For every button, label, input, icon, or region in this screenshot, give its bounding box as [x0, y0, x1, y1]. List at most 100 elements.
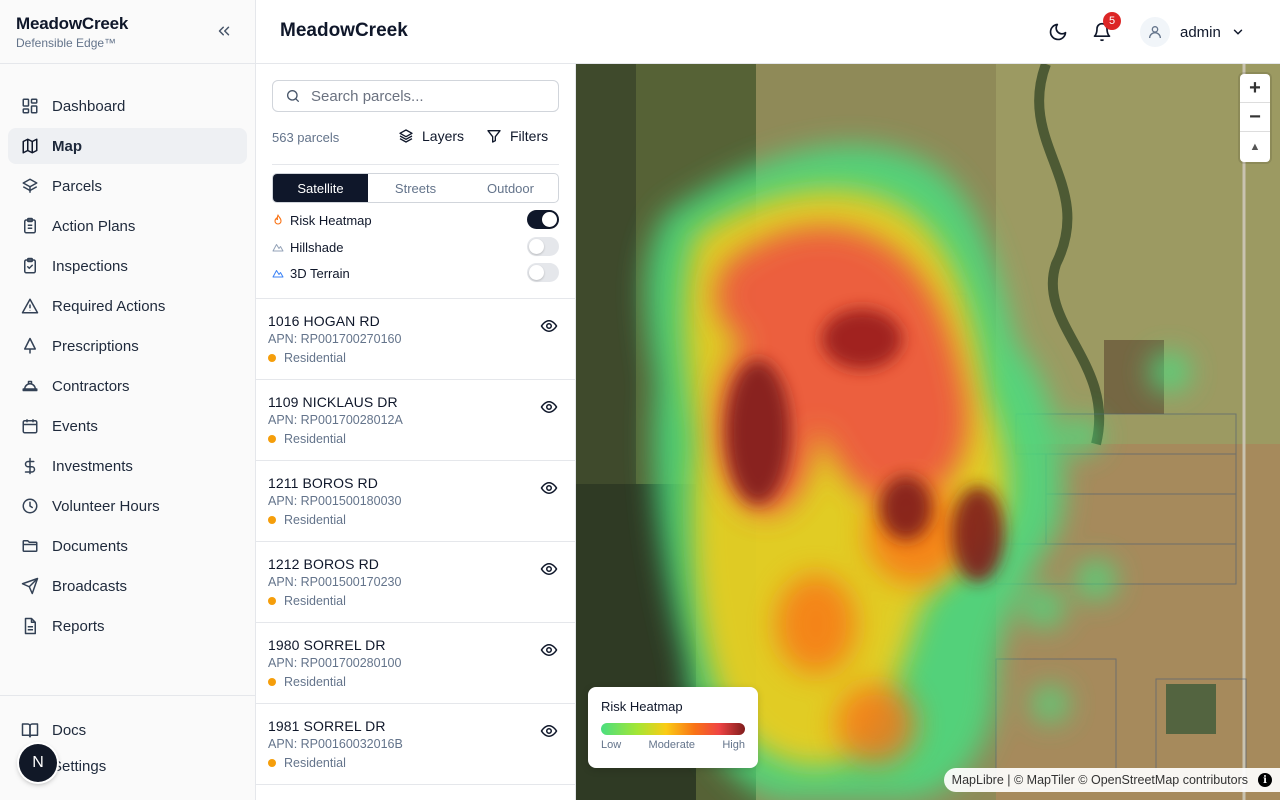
eye-icon[interactable] — [540, 641, 558, 659]
nav-label: Settings — [52, 757, 107, 775]
legend-labels: Low Moderate High — [601, 739, 745, 751]
clock-icon — [20, 496, 40, 516]
parcel-type-label: Residential — [284, 351, 346, 365]
nav-label: Required Actions — [52, 297, 166, 315]
nav-item-docs[interactable]: Docs — [8, 712, 247, 748]
parcel-address: 1211 BOROS RD — [268, 475, 378, 491]
zoom-out-button[interactable]: − — [1240, 103, 1270, 132]
mountain-icon — [272, 267, 286, 279]
moon-icon[interactable] — [1048, 22, 1068, 42]
search-box[interactable] — [272, 80, 559, 112]
flame-icon — [272, 214, 286, 226]
parcel-address: 1212 BOROS RD — [268, 556, 380, 572]
nav-label: Documents — [52, 537, 128, 555]
eye-icon[interactable] — [540, 479, 558, 497]
divider — [272, 164, 559, 165]
nav-label: Map — [52, 137, 82, 155]
parcels-icon — [20, 176, 40, 196]
parcel-type-label: Residential — [284, 675, 346, 689]
status-dot — [268, 759, 276, 767]
hillshade-toggle[interactable] — [527, 237, 559, 256]
parcel-type-label: Residential — [284, 756, 346, 770]
eye-icon[interactable] — [540, 722, 558, 740]
parcel-address: 1109 NICKLAUS DR — [268, 394, 398, 410]
parcel-type: Residential — [268, 594, 564, 608]
compass-icon: ▲ — [1249, 140, 1261, 153]
book-icon — [20, 720, 40, 740]
parcel-type: Residential — [268, 513, 564, 527]
compass-button[interactable]: ▲ — [1240, 132, 1270, 161]
collapse-sidebar-icon[interactable] — [215, 22, 233, 40]
risk-heatmap-toggle[interactable] — [527, 210, 559, 229]
parcel-type-label: Residential — [284, 513, 346, 527]
basemap-switcher: Satellite Streets Outdoor — [272, 173, 559, 203]
mountain-icon — [272, 241, 286, 253]
nav-item-volunteer-hours[interactable]: Volunteer Hours — [8, 488, 247, 524]
nav-item-parcels[interactable]: Parcels — [8, 168, 247, 204]
hard-hat-icon — [20, 376, 40, 396]
workspace-avatar[interactable]: N — [19, 744, 57, 782]
eye-icon[interactable] — [540, 317, 558, 335]
parcel-address: 1980 SORREL DR — [268, 637, 386, 653]
filters-button[interactable]: Filters — [486, 128, 548, 144]
eye-icon[interactable] — [540, 398, 558, 416]
brand-subtitle: Defensible Edge™ — [16, 36, 117, 50]
parcel-panel: 563 parcels Layers Filters Satellite Str… — [256, 64, 576, 800]
dashboard-icon — [20, 96, 40, 116]
nav-item-dashboard[interactable]: Dashboard — [8, 88, 247, 124]
parcel-list: 1016 HOGAN RD APN: RP001700270160 Reside… — [256, 298, 575, 785]
folder-icon — [20, 536, 40, 556]
nav-item-contractors[interactable]: Contractors — [8, 368, 247, 404]
parcel-address: 1016 HOGAN RD — [268, 313, 380, 329]
eye-icon[interactable] — [540, 560, 558, 578]
nav-label: Inspections — [52, 257, 128, 275]
status-dot — [268, 597, 276, 605]
nav-item-broadcasts[interactable]: Broadcasts — [8, 568, 247, 604]
parcel-item[interactable]: 1211 BOROS RD APN: RP001500180030 Reside… — [256, 461, 575, 542]
overlay-label: Risk Heatmap — [290, 212, 372, 228]
parcel-item[interactable]: 1109 NICKLAUS DR APN: RP00170028012A Res… — [256, 380, 575, 461]
parcel-item[interactable]: 1981 SORREL DR APN: RP00160032016B Resid… — [256, 704, 575, 785]
user-menu[interactable]: admin — [1140, 16, 1245, 48]
user-icon — [1149, 26, 1161, 39]
nav-item-inspections[interactable]: Inspections — [8, 248, 247, 284]
zoom-controls: + − ▲ — [1240, 74, 1270, 162]
parcel-item[interactable]: 1980 SORREL DR APN: RP001700280100 Resid… — [256, 623, 575, 704]
parcel-item[interactable]: 1016 HOGAN RD APN: RP001700270160 Reside… — [256, 299, 575, 380]
zoom-in-button[interactable]: + — [1240, 74, 1270, 103]
parcel-type: Residential — [268, 675, 564, 689]
terrain-toggle[interactable] — [527, 263, 559, 282]
info-icon[interactable]: i — [1258, 773, 1272, 787]
status-dot — [268, 435, 276, 443]
clipboard-check-icon — [20, 256, 40, 276]
nav-label: Broadcasts — [52, 577, 128, 595]
basemap-outdoor[interactable]: Outdoor — [463, 174, 558, 202]
parcel-apn: APN: RP001700270160 — [268, 332, 402, 346]
layers-button[interactable]: Layers — [398, 128, 464, 144]
legend-title: Risk Heatmap — [601, 699, 683, 714]
basemap-streets[interactable]: Streets — [368, 174, 463, 202]
nav-item-investments[interactable]: Investments — [8, 448, 247, 484]
nav-item-documents[interactable]: Documents — [8, 528, 247, 564]
basemap-satellite[interactable]: Satellite — [273, 174, 368, 202]
main-nav: Dashboard Map Parcels Action Plans Inspe… — [0, 64, 255, 644]
parcel-apn: APN: RP00170028012A — [268, 413, 403, 427]
nav-label: Reports — [52, 617, 105, 635]
nav-item-map[interactable]: Map — [8, 128, 247, 164]
parcel-type: Residential — [268, 756, 564, 770]
parcel-count: 563 parcels — [272, 130, 340, 145]
toggle-knob — [542, 212, 557, 227]
nav-item-action-plans[interactable]: Action Plans — [8, 208, 247, 244]
parcel-item[interactable]: 1212 BOROS RD APN: RP001500170230 Reside… — [256, 542, 575, 623]
user-name: admin — [1180, 23, 1221, 41]
parcel-apn: APN: RP001700280100 — [268, 656, 402, 670]
attribution-text[interactable]: MapLibre | © MapTiler © OpenStreetMap co… — [952, 773, 1248, 787]
parcel-type-label: Residential — [284, 594, 346, 608]
nav-item-reports[interactable]: Reports — [8, 608, 247, 644]
nav-item-events[interactable]: Events — [8, 408, 247, 444]
nav-item-prescriptions[interactable]: Prescriptions — [8, 328, 247, 364]
search-input[interactable] — [311, 87, 551, 105]
nav-item-required-actions[interactable]: Required Actions — [8, 288, 247, 324]
nav-label: Investments — [52, 457, 133, 475]
map-canvas[interactable]: + − ▲ Risk Heatmap Low Moderate High Map… — [576, 64, 1280, 800]
